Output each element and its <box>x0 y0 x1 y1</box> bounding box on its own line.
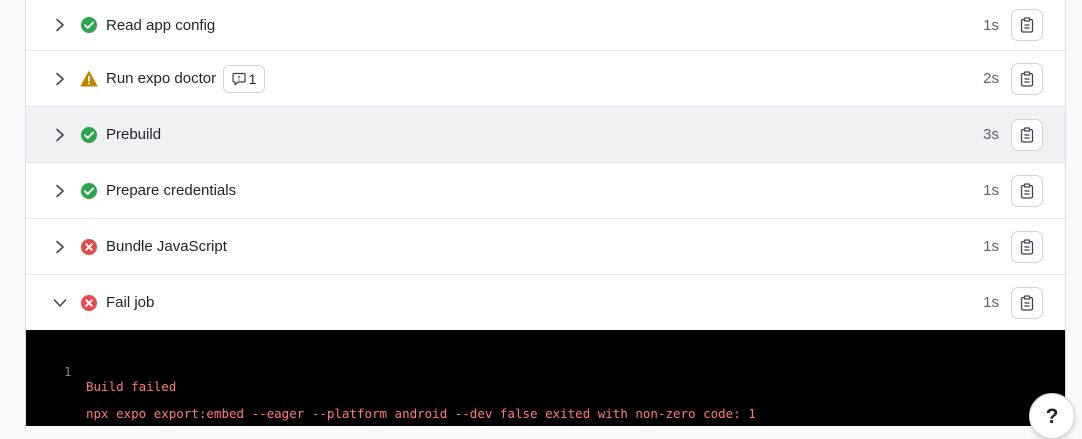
copy-logs-button[interactable] <box>1011 230 1043 263</box>
step-row-prepare-credentials[interactable]: Prepare credentials 1s <box>26 163 1065 219</box>
step-duration: 2s <box>983 70 999 87</box>
chevron-right-icon[interactable] <box>53 18 67 32</box>
step-title: Read app config <box>106 16 216 34</box>
chevron-right-icon[interactable] <box>53 240 67 254</box>
build-steps-panel: Read app config 1s Run expo doctor 1 2s <box>25 0 1066 431</box>
copy-logs-button[interactable] <box>1011 9 1043 41</box>
log-line-text: npx expo export:embed --eager --platform… <box>86 406 756 421</box>
clipboard-icon <box>1020 182 1034 199</box>
step-duration: 1s <box>983 16 999 34</box>
log-line-number: 1 <box>64 364 72 379</box>
copy-logs-button[interactable] <box>1011 62 1043 95</box>
copy-logs-button[interactable] <box>1011 174 1043 207</box>
step-title: Prebuild <box>106 126 162 143</box>
clipboard-icon <box>1020 17 1034 33</box>
clipboard-icon <box>1020 70 1034 87</box>
step-duration: 1s <box>983 238 999 255</box>
step-title: Run expo doctor <box>106 70 217 87</box>
step-duration: 1s <box>983 294 999 311</box>
step-title: Fail job <box>106 294 155 311</box>
warnings-badge[interactable]: 1 <box>223 64 265 93</box>
step-duration: 1s <box>983 182 999 199</box>
step-title: Prepare credentials <box>106 182 237 199</box>
help-label: ? <box>1045 405 1059 428</box>
step-row-read-app-config[interactable]: Read app config 1s <box>26 0 1065 51</box>
step-row-run-expo-doctor[interactable]: Run expo doctor 1 2s <box>26 51 1065 107</box>
step-row-bundle-javascript[interactable]: Bundle JavaScript 1s <box>26 219 1065 275</box>
error-x-icon <box>80 294 98 312</box>
chevron-right-icon[interactable] <box>53 72 67 86</box>
step-duration: 3s <box>983 126 999 143</box>
warning-icon <box>80 70 98 88</box>
log-line: npx expo export:embed --eager --platform… <box>26 391 756 431</box>
step-row-fail-job[interactable]: Fail job 1s <box>26 275 1065 331</box>
copy-logs-button[interactable] <box>1011 118 1043 151</box>
clipboard-icon <box>1020 238 1034 255</box>
success-check-icon <box>80 126 98 144</box>
step-row-prebuild[interactable]: Prebuild 3s <box>26 107 1065 163</box>
success-check-icon <box>80 182 98 200</box>
error-x-icon <box>80 238 98 256</box>
clipboard-icon <box>1020 126 1034 143</box>
chevron-right-icon[interactable] <box>53 128 67 142</box>
chevron-right-icon[interactable] <box>53 184 67 198</box>
comment-icon <box>231 72 246 85</box>
copy-logs-button[interactable] <box>1011 286 1043 319</box>
log-line-text: Build failed <box>86 379 177 394</box>
step-title: Bundle JavaScript <box>106 238 227 255</box>
help-button[interactable]: ? <box>1029 393 1075 439</box>
chevron-down-icon[interactable] <box>53 296 67 310</box>
success-check-icon <box>80 16 98 34</box>
clipboard-icon <box>1020 294 1034 311</box>
warnings-count: 1 <box>248 70 257 87</box>
log-output[interactable]: 1 Build failed npx expo export:embed --e… <box>26 330 1065 426</box>
